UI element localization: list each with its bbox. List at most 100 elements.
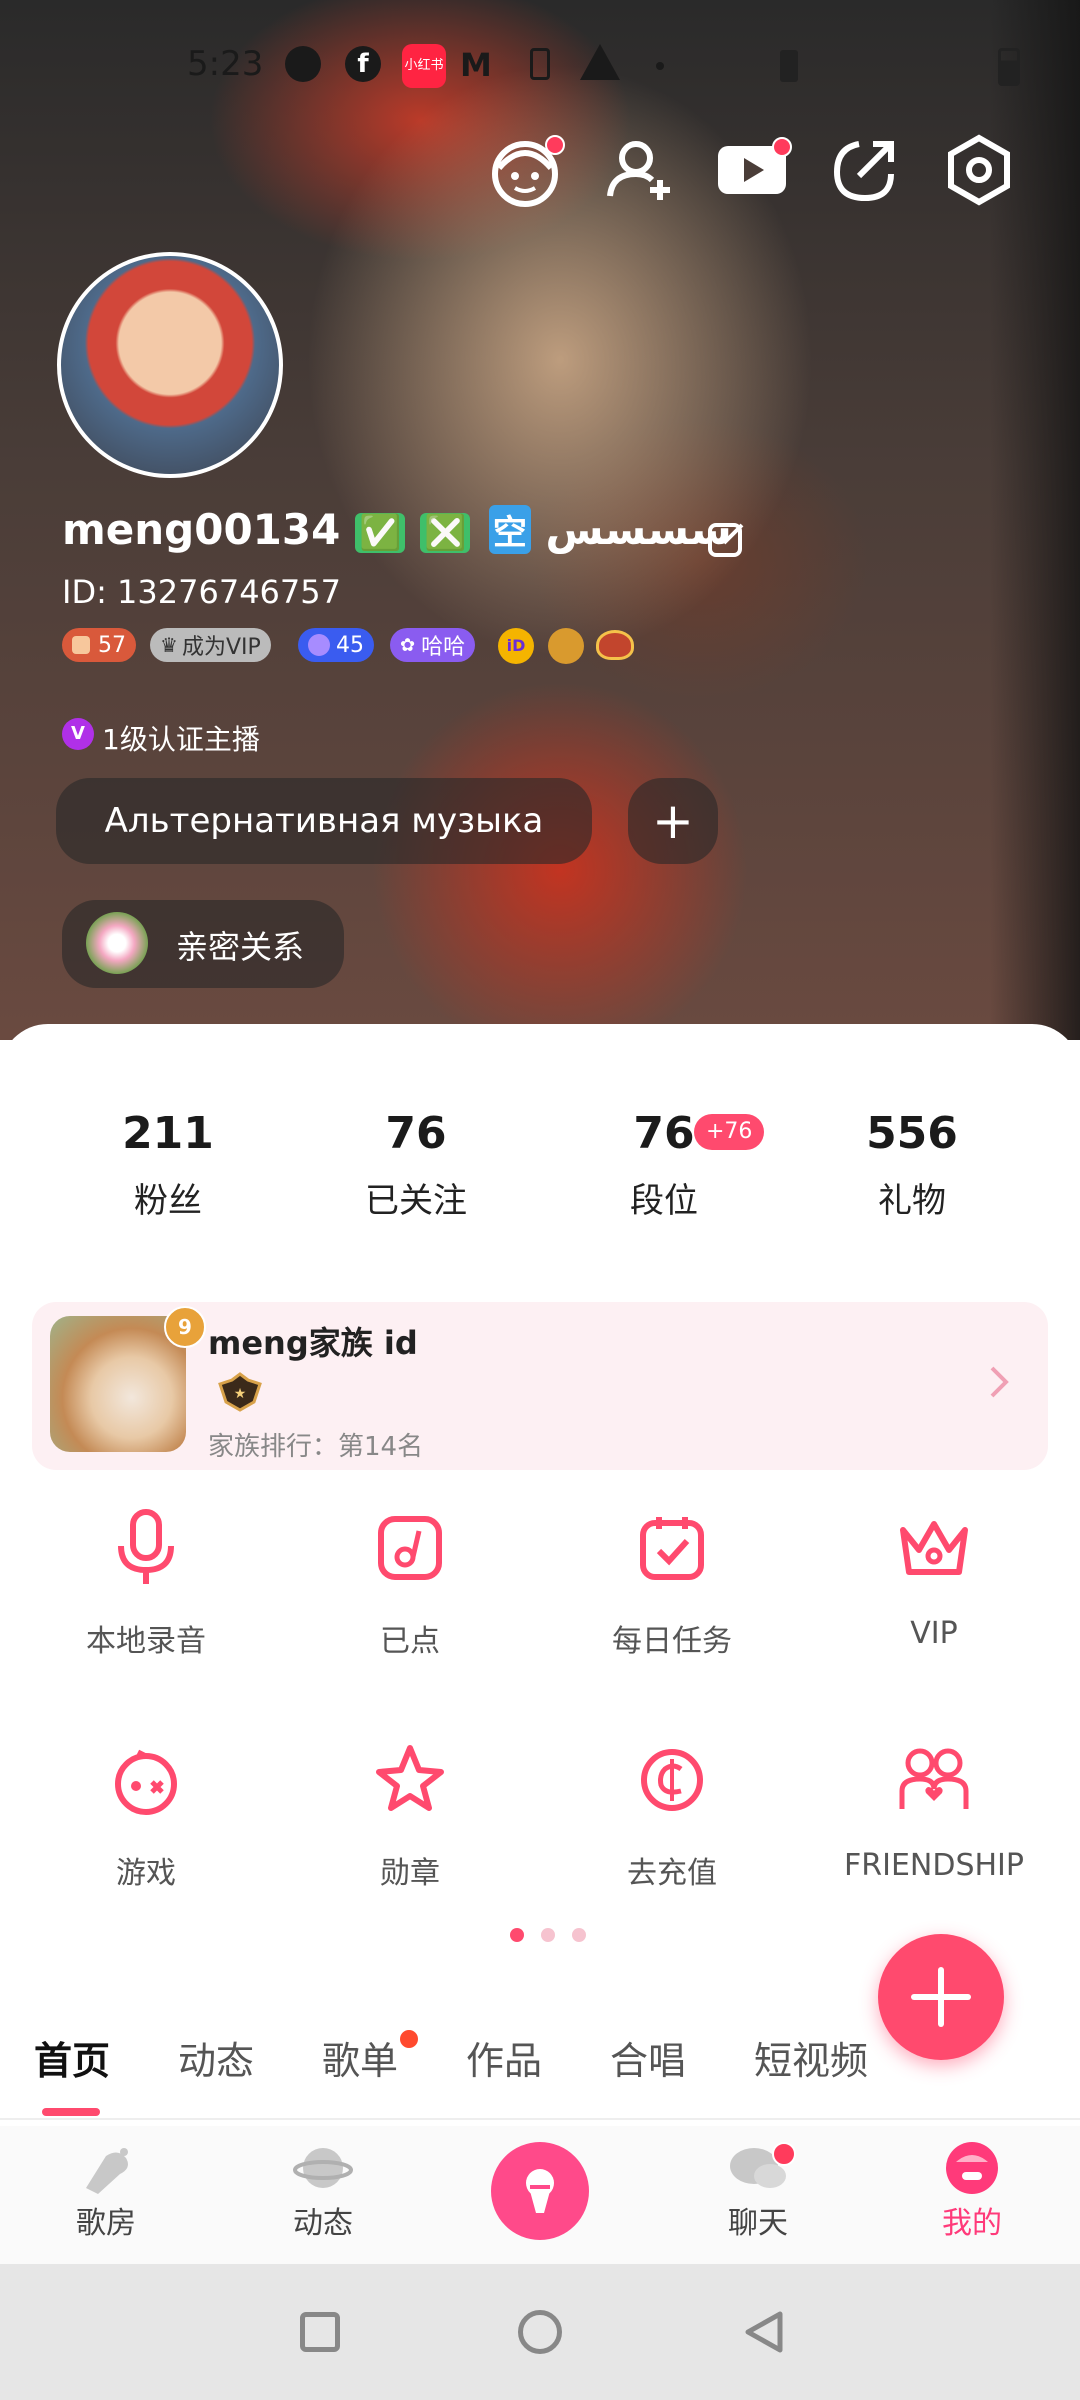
video-dot	[772, 137, 792, 157]
star-medal-icon	[370, 1740, 450, 1820]
phone-icon	[530, 48, 550, 80]
create-fab-button[interactable]	[878, 1934, 1004, 2060]
haha-badge-text: 哈哈	[421, 635, 466, 660]
page-dot-active	[510, 1928, 524, 1942]
family-rank-text: 家族排行：第14名	[208, 1432, 424, 1462]
microphone-icon	[106, 1508, 186, 1588]
nav-me-label: 我的	[942, 2206, 1002, 2241]
gmail-icon: M	[460, 46, 492, 84]
grid-vip[interactable]: VIP	[804, 1508, 1064, 1651]
level-icon	[72, 636, 90, 654]
tab-playlist[interactable]: 歌单	[322, 2030, 398, 2085]
music-note-icon	[370, 1508, 450, 1588]
tab-works[interactable]: 作品	[466, 2030, 542, 2085]
tab-short-video[interactable]: 短视频	[754, 2030, 868, 2085]
tab-moments[interactable]: 动态	[178, 2030, 254, 2085]
rank-badge[interactable]: 45	[298, 628, 374, 662]
music-tag[interactable]: Альтернативная музыка	[56, 778, 592, 864]
grid-daily-task-label: 每日任务	[612, 1624, 732, 1659]
add-tag-button[interactable]: +	[628, 778, 718, 864]
intimate-relation[interactable]: 亲密关系	[62, 900, 344, 988]
avatar[interactable]	[57, 252, 283, 478]
group-icon: ✿	[400, 634, 416, 656]
stat-gifts[interactable]: 556 礼物	[812, 1108, 1012, 1222]
xiaohongshu-icon: 小红书	[402, 44, 446, 88]
user-id: ID: 13276746757	[62, 573, 341, 611]
name-char-kong: 空	[488, 505, 531, 554]
grid-requested[interactable]: 已点	[280, 1508, 540, 1660]
name-char-check: ✅	[354, 513, 406, 553]
grid-medals[interactable]: 勋章	[280, 1740, 540, 1892]
grid-friendship[interactable]: FRIENDSHIP	[804, 1740, 1064, 1883]
stat-gifts-label: 礼物	[878, 1181, 946, 1221]
center-mic-icon	[510, 2161, 570, 2221]
stat-following-label: 已关注	[365, 1181, 467, 1221]
rank-delta-badge: +76	[694, 1114, 765, 1150]
grid-local-record-label: 本地录音	[86, 1624, 206, 1659]
page-dot	[541, 1928, 555, 1942]
nav-moments-label: 动态	[293, 2206, 353, 2241]
planet-icon	[293, 2138, 353, 2198]
stat-fans-value: 211	[122, 1108, 214, 1159]
grid-recharge-label: 去充值	[627, 1856, 717, 1891]
friends-heart-icon	[894, 1740, 974, 1820]
stat-following[interactable]: 76 已关注	[316, 1108, 516, 1222]
svg-text:★: ★	[234, 1386, 247, 1402]
certification-text: 1级认证主播	[102, 723, 260, 756]
facebook-icon: f	[345, 46, 381, 82]
stat-fans[interactable]: 211 粉丝	[68, 1108, 268, 1222]
add-friend-icon[interactable]	[595, 125, 685, 215]
playlist-dot	[400, 2030, 418, 2048]
level-badge-text: 57	[98, 632, 126, 658]
grid-requested-label: 已点	[380, 1624, 440, 1659]
settings-icon[interactable]	[934, 125, 1024, 215]
nav-chat[interactable]: 聊天	[688, 2138, 828, 2242]
grid-daily-task[interactable]: 每日任务	[542, 1508, 802, 1660]
tab-chorus[interactable]: 合唱	[610, 2030, 686, 2085]
plus-v	[938, 1967, 944, 2027]
nav-rooms[interactable]: 歌房	[36, 2138, 176, 2242]
chevron-right-icon[interactable]	[988, 1362, 1012, 1402]
nav-rooms-label: 歌房	[76, 2206, 136, 2241]
nav-center-mic[interactable]	[491, 2142, 589, 2240]
more-dot-icon	[656, 62, 664, 70]
vibrate-icon	[780, 50, 798, 82]
crown-badge-icon[interactable]	[596, 630, 634, 660]
level-badge[interactable]: 57	[62, 628, 136, 662]
nav-me[interactable]: 我的	[902, 2138, 1042, 2242]
grid-medals-label: 勋章	[380, 1856, 440, 1891]
intimate-label: 亲密关系	[176, 928, 305, 966]
grid-recharge[interactable]: 去充值	[542, 1740, 802, 1892]
music-tag-text: Альтернативная музыка	[104, 801, 544, 841]
back-triangle-icon[interactable]	[740, 2308, 788, 2356]
intimate-avatar	[86, 912, 148, 974]
chat-dot	[772, 2142, 796, 2166]
coin-icon	[632, 1740, 712, 1820]
edit-icon[interactable]	[702, 515, 752, 565]
family-card[interactable]: 9 meng家族 id ★ 家族排行：第14名	[32, 1302, 1048, 1470]
medal-badge-icon[interactable]	[548, 628, 584, 664]
family-title: meng家族 id	[208, 1324, 418, 1362]
grid-friendship-label: FRIENDSHIP	[844, 1848, 1024, 1883]
rank-icon	[308, 634, 330, 656]
nav-chat-label: 聊天	[728, 2206, 788, 2241]
vip-badge[interactable]: ♛ 成为VIP	[150, 628, 271, 662]
name-char-cross: ❎	[419, 513, 471, 553]
stat-rank-label: 段位	[630, 1181, 698, 1221]
grid-games[interactable]: 游戏	[16, 1740, 276, 1892]
share-icon[interactable]	[820, 125, 910, 215]
grid-local-record[interactable]: 本地录音	[16, 1508, 276, 1660]
calendar-check-icon	[632, 1508, 712, 1588]
profile-face-icon	[942, 2138, 1002, 2198]
kids-mode-dot	[545, 135, 565, 155]
crown-small-icon: ♛	[160, 633, 178, 657]
notification-icon	[285, 46, 321, 82]
stat-fans-label: 粉丝	[134, 1181, 202, 1221]
recent-apps-icon[interactable]	[300, 2312, 340, 2352]
home-circle-icon[interactable]	[518, 2310, 562, 2354]
tab-home[interactable]: 首页	[34, 2030, 110, 2085]
vip-badge-text: 成为VIP	[181, 635, 261, 660]
nav-moments[interactable]: 动态	[253, 2138, 393, 2242]
haha-badge[interactable]: ✿ 哈哈	[390, 628, 476, 662]
id-badge-icon[interactable]: iD	[498, 628, 534, 664]
